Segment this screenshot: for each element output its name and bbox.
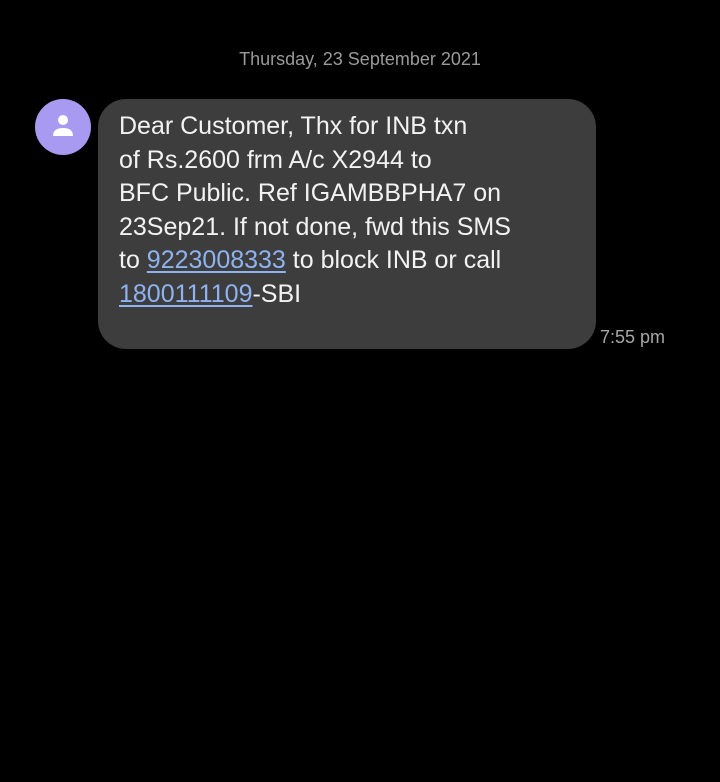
phone-link-helpline[interactable]: 1800111109: [119, 280, 252, 308]
message-text-line: BFC Public. Ref IGAMBBPHA7 on: [119, 179, 502, 207]
message-text-line: 23Sep21. If not done, fwd this SMS: [119, 212, 511, 241]
person-icon: [53, 115, 73, 136]
sender-avatar[interactable]: [35, 99, 91, 155]
message-text-line: 1800111109-SBI: [119, 278, 578, 312]
message-text-fragment: to block INB or call: [285, 246, 502, 274]
phone-link-block-number[interactable]: 9223008333: [147, 246, 286, 274]
date-header: Thursday, 23 September 2021: [239, 49, 481, 69]
message-text-line: to 9223008333 to block INB or call: [119, 244, 578, 278]
message-timestamp: 7:55 pm: [600, 327, 666, 347]
message-text-fragment: to: [119, 246, 147, 274]
message-text-fragment: -SBI: [252, 279, 302, 308]
message-text-line: Dear Customer, Thx for INB txn: [119, 112, 468, 140]
message-text-line: of Rs.2600 frm A/c X2944 to: [119, 145, 432, 174]
message-bubble[interactable]: Dear Customer, Thx for INB txn of Rs.260…: [98, 99, 596, 349]
